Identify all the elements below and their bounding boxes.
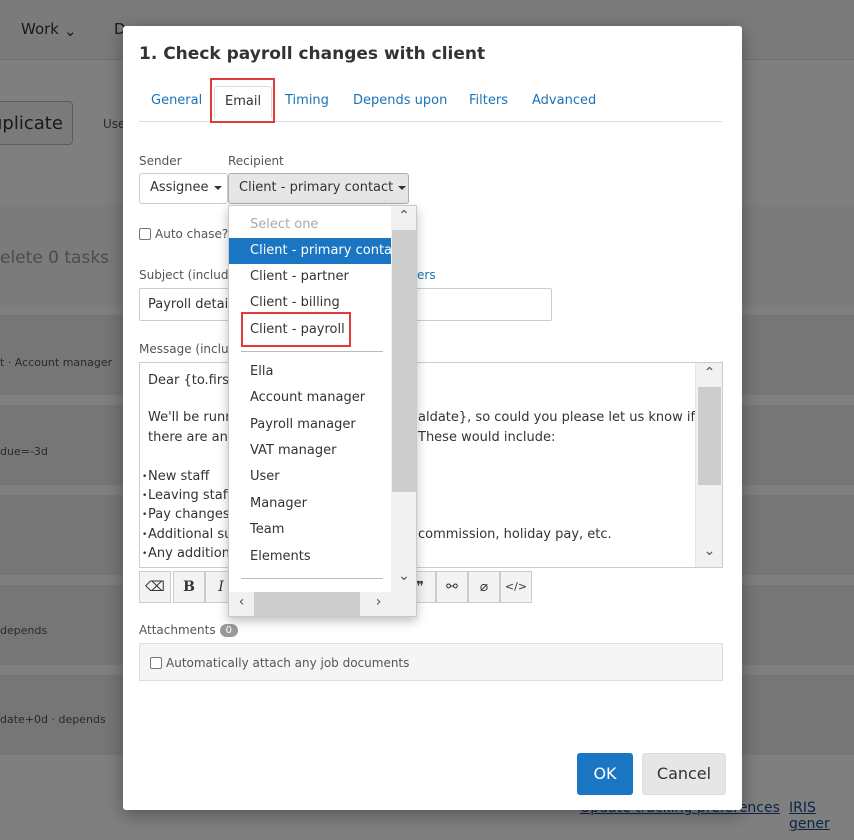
- task-modal: 1. Check payroll changes with client Gen…: [123, 26, 742, 810]
- bullet-icon: •: [142, 472, 148, 482]
- message-line: Additional su: [148, 527, 233, 542]
- option-elements[interactable]: Elements: [229, 544, 391, 570]
- dropdown-placeholder: Select one: [250, 217, 319, 232]
- option-payroll-manager[interactable]: Payroll manager: [229, 412, 391, 438]
- message-line: aldate}, so could you please let us know…: [418, 410, 696, 425]
- tab-timing[interactable]: Timing: [285, 93, 329, 108]
- dropdown-divider: [241, 351, 383, 352]
- client-payroll-highlight: [241, 312, 351, 347]
- cancel-button[interactable]: Cancel: [642, 753, 726, 795]
- dropdown-vertical-scrollbar[interactable]: ⌃ ⌄: [391, 206, 416, 593]
- message-line: These would include:: [418, 430, 556, 445]
- message-line: We'll be runn: [148, 410, 234, 425]
- checkbox-box[interactable]: [150, 657, 162, 669]
- scroll-up-icon[interactable]: ⌃: [696, 365, 722, 381]
- recipient-dropdown-list: Select one Client - primary contact Clie…: [228, 205, 417, 617]
- recipient-value: Client - primary contact: [239, 180, 394, 195]
- email-tab-highlight: [210, 78, 275, 123]
- sender-dropdown[interactable]: Assignee: [139, 173, 228, 204]
- bullet-icon: •: [142, 510, 148, 520]
- option-client-primary-contact[interactable]: Client - primary contact: [229, 238, 391, 264]
- recipient-label: Recipient: [228, 154, 284, 168]
- caret-down-icon: [398, 185, 407, 190]
- tab-depends-upon[interactable]: Depends upon: [353, 93, 447, 108]
- option-account-manager[interactable]: Account manager: [229, 385, 391, 411]
- scroll-right-icon[interactable]: ›: [366, 594, 391, 610]
- ok-button[interactable]: OK: [577, 753, 633, 795]
- scroll-thumb[interactable]: [392, 230, 416, 492]
- message-line: Leaving staff: [148, 488, 232, 503]
- scroll-down-icon[interactable]: ⌄: [391, 568, 416, 584]
- scroll-down-icon[interactable]: ⌄: [696, 543, 722, 559]
- message-line: Dear {to.first: [148, 373, 235, 388]
- link-icon[interactable]: ⚯: [436, 571, 468, 603]
- bullet-icon: •: [142, 530, 148, 540]
- attachments-text: Attachments: [139, 623, 216, 637]
- scroll-left-icon[interactable]: ‹: [229, 594, 254, 610]
- message-line: Any additiona: [148, 546, 238, 561]
- option-client-partner[interactable]: Client - partner: [229, 264, 391, 290]
- option-team[interactable]: Team: [229, 517, 391, 543]
- bold-icon[interactable]: B: [173, 571, 205, 603]
- option-manager[interactable]: Manager: [229, 491, 391, 517]
- subject-label: Subject (includin: [139, 268, 240, 282]
- option-ella[interactable]: Ella: [229, 359, 391, 385]
- modal-title: 1. Check payroll changes with client: [139, 44, 486, 64]
- subject-placeholders-link[interactable]: ers: [417, 268, 436, 282]
- checkbox-box[interactable]: [139, 228, 151, 240]
- auto-chase-checkbox[interactable]: Auto chase?: [139, 227, 228, 241]
- scroll-thumb[interactable]: [698, 387, 721, 485]
- attachments-label: Attachments 0: [139, 623, 238, 637]
- auto-attach-checkbox[interactable]: Automatically attach any job documents: [150, 656, 409, 670]
- message-line: New staff: [148, 469, 210, 484]
- attachments-count-badge: 0: [219, 623, 238, 637]
- scroll-up-icon[interactable]: ⌃: [391, 208, 416, 224]
- attachments-panel: Automatically attach any job documents: [139, 643, 723, 681]
- dropdown-divider: [241, 578, 383, 579]
- dropdown-horizontal-scrollbar[interactable]: ‹ ›: [229, 592, 416, 616]
- auto-attach-label: Automatically attach any job documents: [166, 656, 410, 670]
- bullet-icon: •: [142, 549, 148, 559]
- bullet-icon: •: [142, 491, 148, 501]
- auto-chase-label: Auto chase?: [155, 227, 229, 241]
- message-editor[interactable]: Dear {to.first We'll be runn aldate}, so…: [139, 362, 723, 568]
- message-line: commission, holiday pay, etc.: [418, 527, 612, 542]
- code-icon[interactable]: </>: [500, 571, 532, 603]
- scroll-thumb[interactable]: [254, 592, 360, 616]
- eraser-icon[interactable]: ⌫: [139, 571, 171, 603]
- sender-label: Sender: [139, 154, 182, 168]
- option-user[interactable]: User: [229, 464, 391, 490]
- caret-down-icon: [213, 185, 222, 190]
- message-line: there are any: [148, 430, 236, 445]
- message-line: Pay changes: [148, 507, 230, 522]
- tab-filters[interactable]: Filters: [469, 93, 508, 108]
- tab-general[interactable]: General: [151, 93, 202, 108]
- recipient-dropdown[interactable]: Client - primary contact: [228, 173, 409, 204]
- message-label: Message (incluc: [139, 342, 236, 356]
- option-vat-manager[interactable]: VAT manager: [229, 438, 391, 464]
- sender-value: Assignee: [150, 180, 209, 195]
- attach-icon[interactable]: ⌀: [468, 571, 500, 603]
- message-scrollbar[interactable]: ⌃ ⌄: [695, 363, 722, 567]
- tab-advanced[interactable]: Advanced: [532, 93, 596, 108]
